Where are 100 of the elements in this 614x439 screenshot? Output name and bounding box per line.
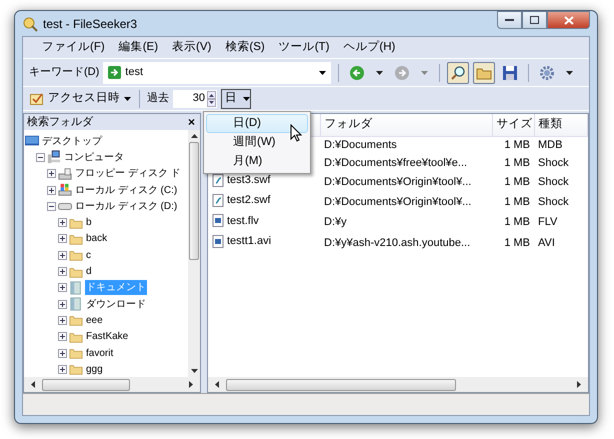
table-cell-text: 1 MB bbox=[503, 156, 531, 171]
tree-item[interactable]: フロッピー ディスク ド bbox=[74, 166, 182, 182]
table-cell-text: D:¥y bbox=[323, 215, 348, 230]
amount-spinner[interactable]: 30 bbox=[173, 90, 217, 108]
expand-toggle[interactable] bbox=[58, 234, 67, 244]
table-cell-text: D:¥Documents¥Origin¥tool¥... bbox=[323, 195, 472, 210]
expand-toggle[interactable] bbox=[58, 283, 67, 292]
tree-item[interactable]: ggg bbox=[85, 362, 104, 377]
menu-item[interactable]: ファイル(F) bbox=[35, 36, 112, 58]
file-name: test2.swf bbox=[227, 193, 270, 208]
close-panel-button[interactable]: × bbox=[186, 113, 197, 131]
expand-toggle[interactable] bbox=[58, 267, 67, 276]
expand-toggle[interactable] bbox=[58, 218, 67, 228]
folder-icon bbox=[69, 362, 83, 376]
video-file-icon bbox=[212, 234, 224, 248]
flash-file-icon bbox=[212, 194, 224, 207]
plus-icon bbox=[59, 350, 66, 356]
horizontal-scrollbar[interactable] bbox=[24, 377, 200, 392]
table-cell-text: Shock bbox=[537, 195, 570, 210]
vertical-scrollbar[interactable] bbox=[188, 130, 200, 377]
tree-item[interactable]: FastKake bbox=[85, 329, 130, 344]
plus-icon bbox=[59, 333, 66, 340]
calendar-check-icon bbox=[30, 92, 44, 105]
expand-toggle[interactable] bbox=[58, 316, 67, 325]
menu-item[interactable]: 表示(V) bbox=[165, 36, 218, 58]
table-cell: MDB bbox=[534, 136, 588, 154]
scroll-left-icon bbox=[215, 381, 219, 388]
keyword-value: test bbox=[125, 65, 144, 80]
search-icon bbox=[450, 64, 466, 80]
tree-item[interactable]: favorit bbox=[85, 346, 114, 360]
date-field-button[interactable]: アクセス日時 bbox=[29, 88, 132, 110]
expand-toggle[interactable] bbox=[58, 364, 67, 374]
spin-arrows-icon bbox=[207, 90, 216, 106]
tree-item[interactable]: コンピュータ bbox=[63, 150, 125, 165]
collapse-toggle[interactable] bbox=[36, 152, 45, 162]
scroll-right-icon bbox=[189, 381, 193, 388]
close-button[interactable] bbox=[547, 11, 590, 29]
tree-item[interactable]: ローカル ディスク (C:) bbox=[74, 182, 178, 198]
back-icon bbox=[349, 64, 366, 80]
maximize-button[interactable] bbox=[522, 11, 547, 29]
folder-icon bbox=[69, 346, 83, 360]
library-icon bbox=[69, 297, 83, 312]
forward-icon bbox=[394, 64, 410, 80]
tree-item[interactable]: ダウンロード bbox=[85, 296, 147, 312]
tree-item[interactable]: c bbox=[85, 248, 92, 263]
plus-icon bbox=[59, 284, 66, 292]
expand-toggle[interactable] bbox=[47, 169, 56, 178]
keyword-label: キーワード(D) bbox=[29, 65, 100, 80]
menu-item[interactable]: 編集(E) bbox=[112, 36, 166, 58]
amount-value: 30 bbox=[192, 91, 205, 106]
scroll-right-icon bbox=[577, 381, 581, 388]
menu-item[interactable]: ツール(T) bbox=[272, 36, 336, 58]
expand-toggle[interactable] bbox=[58, 250, 67, 260]
app-icon bbox=[22, 16, 38, 32]
table-cell-text: Shock bbox=[537, 174, 570, 190]
expand-toggle[interactable] bbox=[58, 332, 67, 342]
menu-option[interactable]: 週間(W) bbox=[206, 133, 308, 152]
plus-icon bbox=[59, 366, 66, 373]
table-cell-text: 1 MB bbox=[503, 236, 531, 251]
unit-dropdown[interactable]: 日 bbox=[221, 88, 251, 108]
table-cell-text: Shock bbox=[537, 156, 570, 171]
scroll-left-icon bbox=[31, 381, 35, 388]
tree-item[interactable]: d bbox=[85, 264, 93, 280]
plus-icon bbox=[48, 186, 55, 194]
drive-icon bbox=[58, 202, 72, 210]
plus-icon bbox=[59, 300, 66, 308]
keyword-field[interactable]: test bbox=[103, 62, 332, 84]
column-header[interactable]: 種類 bbox=[534, 114, 588, 136]
minimize-button[interactable] bbox=[497, 11, 522, 29]
plus-icon bbox=[59, 252, 66, 259]
expand-toggle[interactable] bbox=[58, 300, 67, 309]
horizontal-scrollbar[interactable] bbox=[208, 377, 588, 392]
library-icon bbox=[69, 280, 83, 295]
folder-icon bbox=[69, 313, 83, 328]
collapse-toggle[interactable] bbox=[47, 202, 56, 211]
menu-option[interactable]: 日(D) bbox=[206, 114, 308, 133]
save-icon bbox=[502, 64, 518, 80]
tree-item[interactable]: b bbox=[85, 215, 93, 230]
tree-item[interactable]: ローカル ディスク (D:) bbox=[74, 198, 178, 214]
scroll-down-icon bbox=[190, 369, 198, 373]
tree-item[interactable]: back bbox=[85, 231, 108, 246]
tree-item[interactable]: eee bbox=[85, 312, 104, 328]
scroll-up-icon bbox=[190, 134, 198, 138]
expand-toggle[interactable] bbox=[58, 348, 67, 358]
column-header[interactable]: フォルダ bbox=[320, 114, 492, 136]
folder-button[interactable] bbox=[473, 62, 496, 84]
search-button[interactable] bbox=[447, 62, 470, 84]
plus-icon bbox=[48, 170, 55, 178]
menu-item[interactable]: 検索(S) bbox=[218, 36, 272, 58]
column-header[interactable]: サイズ bbox=[492, 114, 534, 136]
expand-toggle[interactable] bbox=[47, 186, 56, 195]
dropdown-caret-icon[interactable] bbox=[566, 70, 574, 74]
tree-item[interactable]: デスクトップ bbox=[41, 134, 103, 149]
file-name: test.flv bbox=[227, 214, 259, 228]
settings-icon bbox=[539, 64, 556, 80]
menu-item[interactable]: ヘルプ(H) bbox=[336, 36, 402, 58]
dropdown-caret-icon[interactable] bbox=[376, 70, 384, 74]
menu-option[interactable]: 月(M) bbox=[206, 152, 308, 171]
floppy-drive-icon bbox=[58, 166, 72, 181]
table-cell-text: D:¥Documents¥Origin¥tool¥... bbox=[323, 174, 472, 190]
